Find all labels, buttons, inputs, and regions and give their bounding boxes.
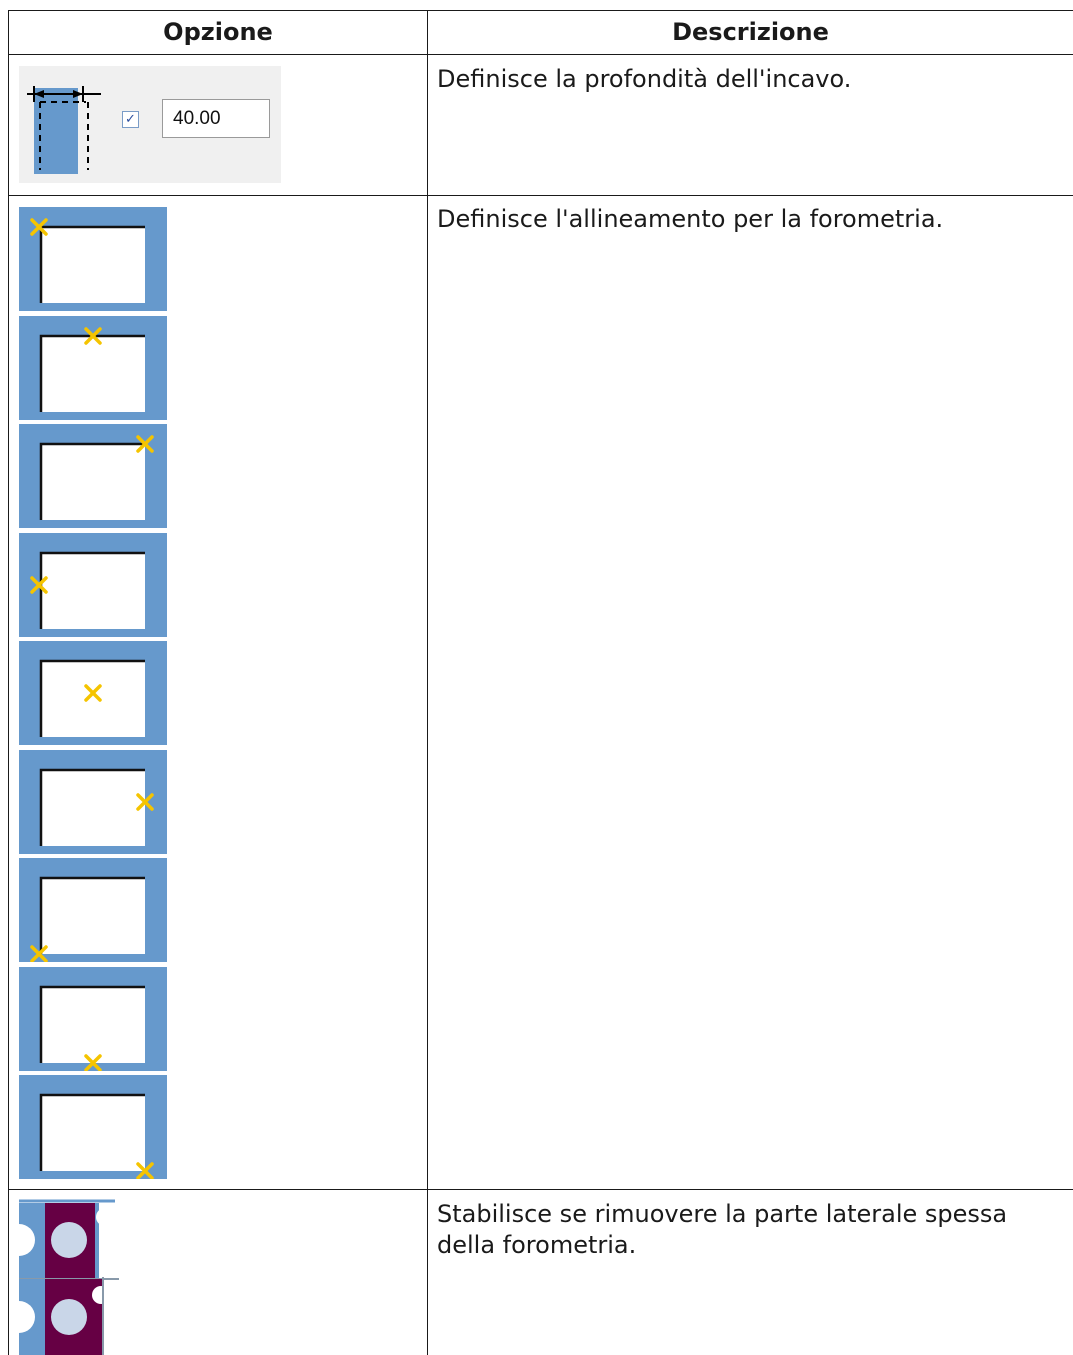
align-bottom-center-icon[interactable] [19,967,167,1071]
recess-depth-icon [27,86,101,174]
align-middle-left-icon[interactable] [19,533,167,637]
recess-depth-checkbox[interactable]: ✓ [122,111,139,128]
row-1-description: Definisce la profondità dell'incavo. [437,65,852,93]
remove-thick-side-icon[interactable] [19,1277,119,1355]
align-top-right-icon[interactable] [19,424,167,528]
align-top-left-icon[interactable] [19,207,167,311]
column-divider [427,10,428,1355]
header-option: Opzione [163,18,273,46]
align-top-center-icon[interactable] [19,316,167,420]
row-3-description: Stabilisce se rimuovere la parte lateral… [437,1200,1008,1259]
align-bottom-left-icon[interactable] [19,858,167,962]
header-divider [8,54,1073,55]
table-border-left [8,10,9,1355]
row-divider-1 [8,195,1073,196]
align-middle-right-icon[interactable] [19,750,167,854]
options-table: Opzione Descrizione ✓ Definisce la profo… [0,0,1073,1355]
align-bottom-right-icon[interactable] [19,1075,167,1179]
row-2-description: Definisce l'allineamento per la forometr… [437,205,944,233]
recess-depth-input[interactable] [162,99,270,138]
header-description: Descrizione [672,18,829,46]
align-middle-center-icon[interactable] [19,641,167,745]
row-divider-2 [8,1189,1073,1190]
